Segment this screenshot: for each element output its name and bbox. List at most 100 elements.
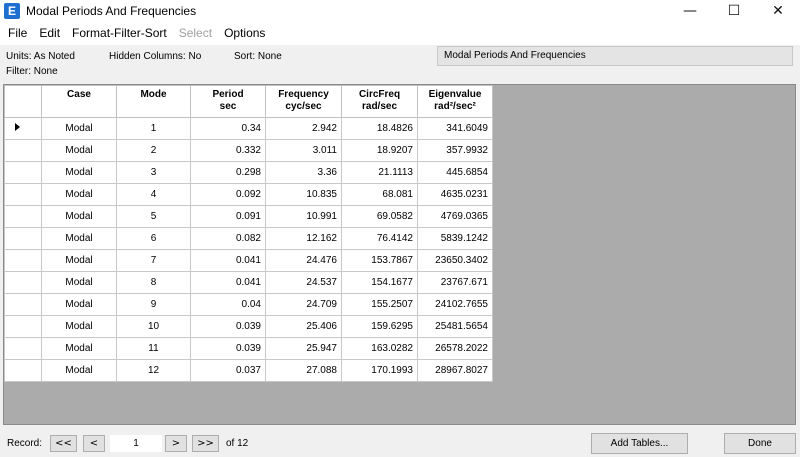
menu-options[interactable]: Options xyxy=(218,22,271,45)
menu-edit[interactable]: Edit xyxy=(33,22,66,45)
cell-period[interactable]: 0.037 xyxy=(190,359,266,382)
cell-period[interactable]: 0.039 xyxy=(190,315,266,338)
table-row[interactable]: Modal 2 0.332 3.011 18.9207 357.9932 xyxy=(4,139,493,162)
cell-case[interactable]: Modal xyxy=(41,359,117,382)
column-header-case[interactable]: Case xyxy=(41,85,117,118)
cell-frequency[interactable]: 25.947 xyxy=(265,337,342,360)
cell-case[interactable]: Modal xyxy=(41,249,117,272)
cell-mode[interactable]: 4 xyxy=(116,183,191,206)
row-selector[interactable] xyxy=(4,161,42,184)
cell-eigenvalue[interactable]: 23650.3402 xyxy=(417,249,493,272)
cell-period[interactable]: 0.092 xyxy=(190,183,266,206)
cell-circfreq[interactable]: 68.081 xyxy=(341,183,418,206)
cell-case[interactable]: Modal xyxy=(41,293,117,316)
row-selector[interactable] xyxy=(4,117,42,140)
cell-period[interactable]: 0.041 xyxy=(190,271,266,294)
cell-eigenvalue[interactable]: 445.6854 xyxy=(417,161,493,184)
column-header-eigenvalue[interactable]: Eigenvalue rad²/sec² xyxy=(417,85,493,118)
column-header-circfreq[interactable]: CircFreq rad/sec xyxy=(341,85,418,118)
row-selector[interactable] xyxy=(4,337,42,360)
last-record-button[interactable]: >> xyxy=(192,435,219,452)
cell-period[interactable]: 0.34 xyxy=(190,117,266,140)
menu-format-filter-sort[interactable]: Format-Filter-Sort xyxy=(66,22,173,45)
row-selector[interactable] xyxy=(4,271,42,294)
cell-eigenvalue[interactable]: 26578.2022 xyxy=(417,337,493,360)
cell-mode[interactable]: 7 xyxy=(116,249,191,272)
row-selector-header[interactable] xyxy=(4,85,42,118)
cell-period[interactable]: 0.332 xyxy=(190,139,266,162)
cell-frequency[interactable]: 12.162 xyxy=(265,227,342,250)
column-header-period[interactable]: Period sec xyxy=(190,85,266,118)
table-row[interactable]: Modal 7 0.041 24.476 153.7867 23650.3402 xyxy=(4,249,493,272)
cell-frequency[interactable]: 27.088 xyxy=(265,359,342,382)
cell-mode[interactable]: 8 xyxy=(116,271,191,294)
cell-circfreq[interactable]: 153.7867 xyxy=(341,249,418,272)
row-selector[interactable] xyxy=(4,183,42,206)
cell-circfreq[interactable]: 163.0282 xyxy=(341,337,418,360)
table-row[interactable]: Modal 1 0.34 2.942 18.4826 341.6049 xyxy=(4,117,493,140)
table-row[interactable]: Modal 12 0.037 27.088 170.1993 28967.8027 xyxy=(4,359,493,382)
table-row[interactable]: Modal 9 0.04 24.709 155.2507 24102.7655 xyxy=(4,293,493,316)
row-selector[interactable] xyxy=(4,359,42,382)
cell-frequency[interactable]: 24.709 xyxy=(265,293,342,316)
data-grid[interactable]: Case Mode Period sec Frequency cyc/sec Cir… xyxy=(3,84,796,425)
row-selector[interactable] xyxy=(4,293,42,316)
cell-frequency[interactable]: 10.835 xyxy=(265,183,342,206)
table-row[interactable]: Modal 4 0.092 10.835 68.081 4635.0231 xyxy=(4,183,493,206)
previous-record-button[interactable]: < xyxy=(83,435,105,452)
cell-frequency[interactable]: 24.537 xyxy=(265,271,342,294)
cell-case[interactable]: Modal xyxy=(41,337,117,360)
cell-case[interactable]: Modal xyxy=(41,271,117,294)
cell-frequency[interactable]: 25.406 xyxy=(265,315,342,338)
table-row[interactable]: Modal 6 0.082 12.162 76.4142 5839.1242 xyxy=(4,227,493,250)
row-selector[interactable] xyxy=(4,139,42,162)
cell-eigenvalue[interactable]: 4635.0231 xyxy=(417,183,493,206)
cell-case[interactable]: Modal xyxy=(41,139,117,162)
close-button[interactable]: ✕ xyxy=(756,0,800,22)
cell-mode[interactable]: 11 xyxy=(116,337,191,360)
first-record-button[interactable]: << xyxy=(50,435,77,452)
cell-case[interactable]: Modal xyxy=(41,227,117,250)
maximize-button[interactable]: ☐ xyxy=(712,0,756,22)
cell-mode[interactable]: 12 xyxy=(116,359,191,382)
cell-frequency[interactable]: 3.011 xyxy=(265,139,342,162)
row-selector[interactable] xyxy=(4,315,42,338)
cell-circfreq[interactable]: 69.0582 xyxy=(341,205,418,228)
cell-circfreq[interactable]: 159.6295 xyxy=(341,315,418,338)
cell-mode[interactable]: 9 xyxy=(116,293,191,316)
row-selector[interactable] xyxy=(4,249,42,272)
cell-frequency[interactable]: 10.991 xyxy=(265,205,342,228)
cell-eigenvalue[interactable]: 4769.0365 xyxy=(417,205,493,228)
cell-period[interactable]: 0.041 xyxy=(190,249,266,272)
cell-eigenvalue[interactable]: 357.9932 xyxy=(417,139,493,162)
table-row[interactable]: Modal 5 0.091 10.991 69.0582 4769.0365 xyxy=(4,205,493,228)
next-record-button[interactable]: > xyxy=(165,435,187,452)
cell-circfreq[interactable]: 154.1677 xyxy=(341,271,418,294)
menu-file[interactable]: File xyxy=(2,22,33,45)
add-tables-button[interactable]: Add Tables... xyxy=(591,433,688,454)
minimize-button[interactable]: — xyxy=(668,0,712,22)
table-row[interactable]: Modal 3 0.298 3.36 21.1113 445.6854 xyxy=(4,161,493,184)
cell-period[interactable]: 0.091 xyxy=(190,205,266,228)
cell-mode[interactable]: 2 xyxy=(116,139,191,162)
table-row[interactable]: Modal 10 0.039 25.406 159.6295 25481.5654 xyxy=(4,315,493,338)
cell-circfreq[interactable]: 18.4826 xyxy=(341,117,418,140)
cell-circfreq[interactable]: 170.1993 xyxy=(341,359,418,382)
column-header-frequency[interactable]: Frequency cyc/sec xyxy=(265,85,342,118)
cell-eigenvalue[interactable]: 25481.5654 xyxy=(417,315,493,338)
table-row[interactable]: Modal 11 0.039 25.947 163.0282 26578.2022 xyxy=(4,337,493,360)
cell-mode[interactable]: 6 xyxy=(116,227,191,250)
cell-circfreq[interactable]: 155.2507 xyxy=(341,293,418,316)
table-row[interactable]: Modal 8 0.041 24.537 154.1677 23767.671 xyxy=(4,271,493,294)
cell-eigenvalue[interactable]: 5839.1242 xyxy=(417,227,493,250)
cell-period[interactable]: 0.039 xyxy=(190,337,266,360)
cell-case[interactable]: Modal xyxy=(41,315,117,338)
cell-case[interactable]: Modal xyxy=(41,183,117,206)
cell-case[interactable]: Modal xyxy=(41,117,117,140)
record-number-input[interactable]: 1 xyxy=(110,435,162,452)
cell-period[interactable]: 0.298 xyxy=(190,161,266,184)
cell-eigenvalue[interactable]: 24102.7655 xyxy=(417,293,493,316)
cell-frequency[interactable]: 24.476 xyxy=(265,249,342,272)
cell-circfreq[interactable]: 21.1113 xyxy=(341,161,418,184)
cell-eigenvalue[interactable]: 28967.8027 xyxy=(417,359,493,382)
